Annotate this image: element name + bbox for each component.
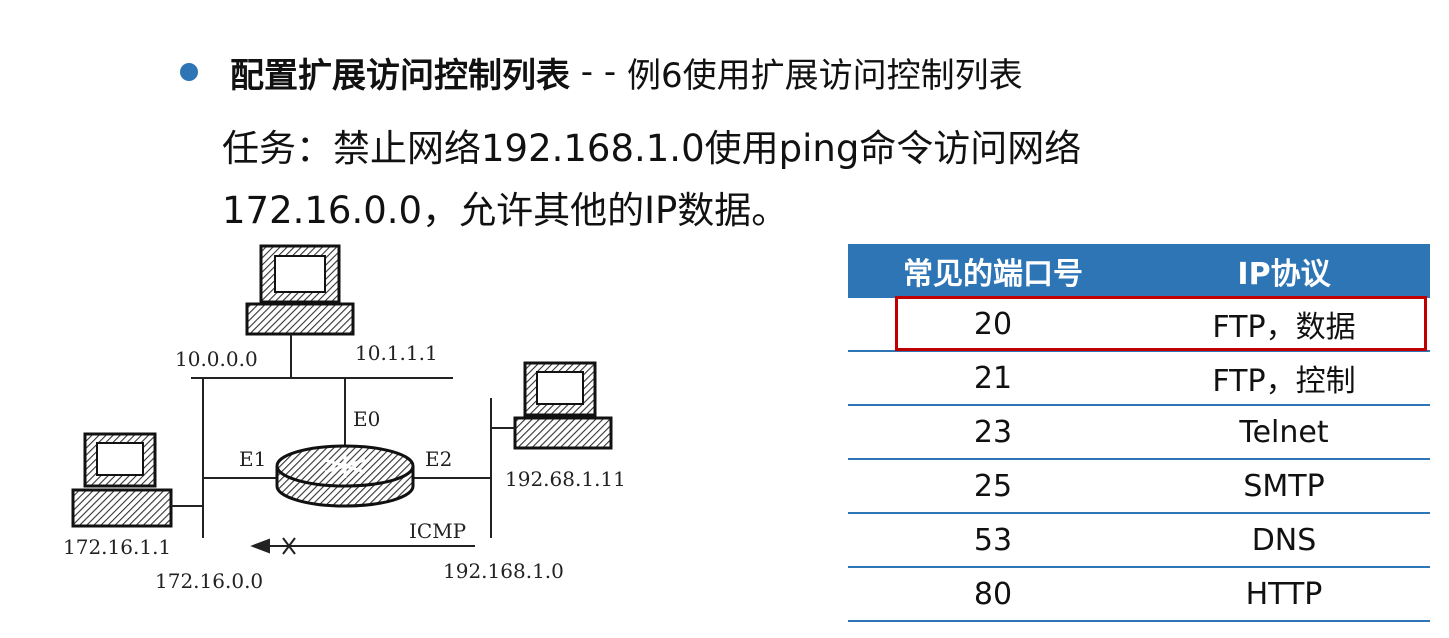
label-net-bottom-right: 192.168.1.0 (443, 559, 564, 583)
cell-protocol: SMTP (1138, 459, 1430, 514)
task-line-2: 172.16.0.0，允许其他的IP数据。 (222, 189, 789, 232)
label-iface-e2: E2 (425, 447, 452, 471)
cell-protocol: Telnet (1138, 405, 1430, 460)
cell-port: 23 (848, 405, 1138, 460)
label-host-left: 172.16.1.1 (63, 535, 171, 559)
cell-port: 21 (848, 351, 1138, 406)
label-net-top-left: 10.0.0.0 (175, 347, 258, 371)
computer-right-icon (513, 361, 613, 450)
label-protocol: ICMP (409, 519, 466, 543)
cell-protocol: FTP，控制 (1138, 351, 1430, 406)
heading-subtitle: 例6使用扩展访问控制列表 (626, 55, 1023, 96)
table-row: 53 DNS (848, 513, 1430, 568)
router-icon (275, 444, 415, 508)
cell-protocol: DNS (1138, 513, 1430, 568)
heading-separator: - - (570, 52, 627, 92)
bullet-icon (180, 63, 198, 81)
network-diagram: 10.0.0.0 10.1.1.1 E0 E1 E2 192.68.1.11 1… (63, 244, 626, 593)
highlight-row-box (895, 296, 1427, 351)
label-iface-e1: E1 (239, 447, 266, 471)
heading-bold-title: 配置扩展访问控制列表 (230, 55, 570, 96)
port-table-header: 常见的端口号 IP协议 (848, 244, 1430, 298)
table-row: 21 FTP，控制 (848, 351, 1430, 406)
header-port: 常见的端口号 (848, 244, 1138, 298)
computer-top-icon (245, 244, 355, 336)
computer-left-icon (71, 432, 173, 528)
label-net-bottom-left: 172.16.0.0 (155, 569, 263, 593)
table-row: 80 HTTP (848, 567, 1430, 622)
cell-port: 53 (848, 513, 1138, 568)
cell-port: 80 (848, 567, 1138, 622)
table-row: 25 SMTP (848, 459, 1430, 514)
cell-port: 25 (848, 459, 1138, 514)
header-protocol: IP协议 (1138, 244, 1430, 298)
table-row: 23 Telnet (848, 405, 1430, 460)
label-iface-e0: E0 (353, 407, 380, 431)
heading-row: 配置扩展访问控制列表 - - 例6使用扩展访问控制列表 (180, 44, 1023, 100)
task-line-1: 任务：禁止网络192.168.1.0使用ping命令访问网络 (222, 127, 1082, 170)
label-host-right: 192.68.1.11 (505, 467, 626, 491)
cell-protocol: HTTP (1138, 567, 1430, 622)
label-net-top-right: 10.1.1.1 (355, 341, 438, 365)
